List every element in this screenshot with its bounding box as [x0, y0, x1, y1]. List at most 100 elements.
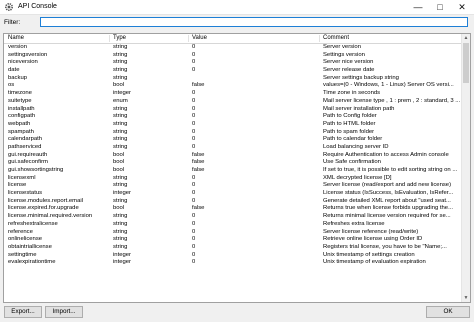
table-row[interactable]: refreshextralicense string 0 Refreshes extr… [4, 221, 463, 229]
close-button[interactable]: ✕ [452, 0, 472, 14]
table-row[interactable]: version string 0 Server version [4, 44, 463, 52]
column-header-value[interactable]: Value [192, 35, 207, 41]
cell-value[interactable]: 0 [192, 113, 319, 121]
cell-value[interactable]: 0 [192, 221, 319, 229]
cell-value[interactable]: 0 [192, 182, 319, 190]
column-header-comment[interactable]: Comment [323, 35, 349, 41]
cell-comment: Path to Config folder [323, 113, 377, 120]
cell-value[interactable]: false [192, 205, 319, 213]
cell-type: string [113, 228, 128, 235]
cell-value[interactable]: 0 [192, 244, 319, 252]
cell-comment: Require Authentication to access Admin c… [323, 151, 449, 158]
cell-type: bool [113, 82, 125, 89]
cell-comment: Mail server license type , 1 : prem , 2 … [323, 97, 461, 104]
maximize-button[interactable]: □ [430, 0, 450, 14]
column-header-type[interactable]: Type [113, 35, 126, 41]
cell-value[interactable]: 0 [192, 52, 319, 60]
table-row[interactable]: onlinelicense string 0 Retrieve online lice… [4, 236, 463, 244]
cell-value[interactable]: 0 [192, 259, 319, 267]
cell-value[interactable]: 0 [192, 229, 319, 237]
table-row[interactable]: reference string 0 Server license reference… [4, 229, 463, 237]
cell-type: string [113, 113, 128, 120]
cell-comment: Server version [323, 44, 361, 50]
cell-value[interactable]: 0 [192, 67, 319, 75]
cell-comment: Path to spam folder [323, 128, 375, 135]
cell-type: string [113, 182, 128, 189]
cell-name: settingtime [8, 251, 37, 258]
cell-value[interactable]: false [192, 167, 319, 175]
filter-input[interactable] [40, 17, 468, 27]
table-row[interactable]: backup string Server settings backup strin… [4, 75, 463, 83]
table-row[interactable]: date string 0 Server release date [4, 67, 463, 75]
table-row[interactable]: configpath string 0 Path to Config folder [4, 113, 463, 121]
minimize-button[interactable]: — [408, 0, 428, 14]
table-row[interactable]: calendarpath string 0 Path to calendar fold… [4, 136, 463, 144]
cell-name: timezone [8, 90, 32, 97]
table-row[interactable]: pathserviced string 0 Load balancing server… [4, 144, 463, 152]
table-row[interactable]: license.modules.report.email string 0 Gener… [4, 198, 463, 206]
table-row[interactable]: gui.showsortingstring bool false If set to … [4, 167, 463, 175]
vertical-scrollbar[interactable]: ▲ ▼ [461, 34, 470, 302]
scrollbar-thumb[interactable] [463, 43, 469, 83]
cell-value[interactable]: 0 [192, 213, 319, 221]
table-row[interactable]: licensexml string 0 XML decrypted license [… [4, 175, 463, 183]
scroll-up-icon[interactable]: ▲ [462, 34, 470, 42]
cell-value[interactable]: 0 [192, 44, 319, 52]
cell-type: string [113, 51, 128, 58]
cell-value[interactable]: 0 [192, 136, 319, 144]
table-row[interactable]: license string 0 Server license (read/expor… [4, 182, 463, 190]
cell-comment: Mail server installation path [323, 105, 395, 112]
table-row[interactable]: settingtime integer 0 Unix timestamp of set… [4, 252, 463, 260]
cell-type: string [113, 220, 128, 227]
cell-value[interactable]: 0 [192, 190, 319, 198]
table-row[interactable]: obtaintriallicense string 0 Registers trial… [4, 244, 463, 252]
cell-value[interactable]: 0 [192, 175, 319, 183]
table-body: version string 0 Server version settingsvers… [4, 44, 463, 267]
cell-name: os [8, 82, 15, 89]
table-row[interactable]: timezone integer 0 Time zone in seconds [4, 90, 463, 98]
cell-value[interactable]: 0 [192, 121, 319, 129]
table-row[interactable]: niceversion string 0 Server nice version [4, 59, 463, 67]
cell-value[interactable]: 0 [192, 236, 319, 244]
cell-value[interactable]: 0 [192, 59, 319, 67]
cell-name: version [8, 44, 27, 50]
cell-value[interactable]: 0 [192, 90, 319, 98]
table-row[interactable]: gui.requireauth bool false Require Authenti… [4, 152, 463, 160]
api-variables-table: Name Type Value Comment version string 0 Se… [3, 33, 471, 303]
table-row[interactable]: webpath string 0 Path to HTML folder [4, 121, 463, 129]
ok-button[interactable]: OK [426, 306, 470, 318]
table-row[interactable]: license.minimal.required.version string 0 R… [4, 213, 463, 221]
table-row[interactable]: spampath string 0 Path to spam folder [4, 129, 463, 137]
table-row[interactable]: os bool false values=(0 - Windows, 1 - Linu… [4, 82, 463, 90]
column-header-name[interactable]: Name [8, 35, 24, 41]
table-row[interactable]: evalexpirationtime integer 0 Unix timestamp… [4, 259, 463, 267]
cell-value[interactable]: 0 [192, 252, 319, 260]
window-title: API Console [18, 3, 57, 10]
table-row[interactable]: suitetype enum 0 Mail server license type ,… [4, 98, 463, 106]
table-row[interactable]: installpath string 0 Mail server installati… [4, 106, 463, 114]
table-row[interactable]: licensestatus integer 0 License status (IsS… [4, 190, 463, 198]
scroll-down-icon[interactable]: ▼ [462, 294, 470, 302]
table-row[interactable]: settingsversion string 0 Settings version [4, 52, 463, 60]
cell-type: string [113, 136, 128, 143]
cell-value[interactable]: 0 [192, 198, 319, 206]
cell-value[interactable]: false [192, 152, 319, 160]
cell-comment: XML decrypted license [D] [323, 174, 392, 181]
cell-value[interactable]: false [192, 82, 319, 90]
cell-value[interactable]: 0 [192, 98, 319, 106]
cell-type: string [113, 105, 128, 112]
cell-name: backup [8, 74, 27, 81]
cell-value[interactable]: 0 [192, 144, 319, 152]
table-row[interactable]: gui.safeconfirm bool false Use Safe confirm… [4, 159, 463, 167]
cell-name: obtaintriallicense [8, 243, 52, 250]
cell-value[interactable]: 0 [192, 106, 319, 114]
cell-value[interactable]: 0 [192, 129, 319, 137]
export-button[interactable]: Export... [4, 306, 42, 318]
cell-comment: Path to calendar folder [323, 136, 383, 143]
cell-value[interactable]: false [192, 159, 319, 167]
cell-name: spampath [8, 128, 34, 135]
import-button[interactable]: Import... [45, 306, 83, 318]
table-row[interactable]: license.expired.for.upgrade bool false Retu… [4, 205, 463, 213]
cell-comment: Server release date [323, 67, 375, 74]
cell-name: gui.requireauth [8, 151, 48, 158]
